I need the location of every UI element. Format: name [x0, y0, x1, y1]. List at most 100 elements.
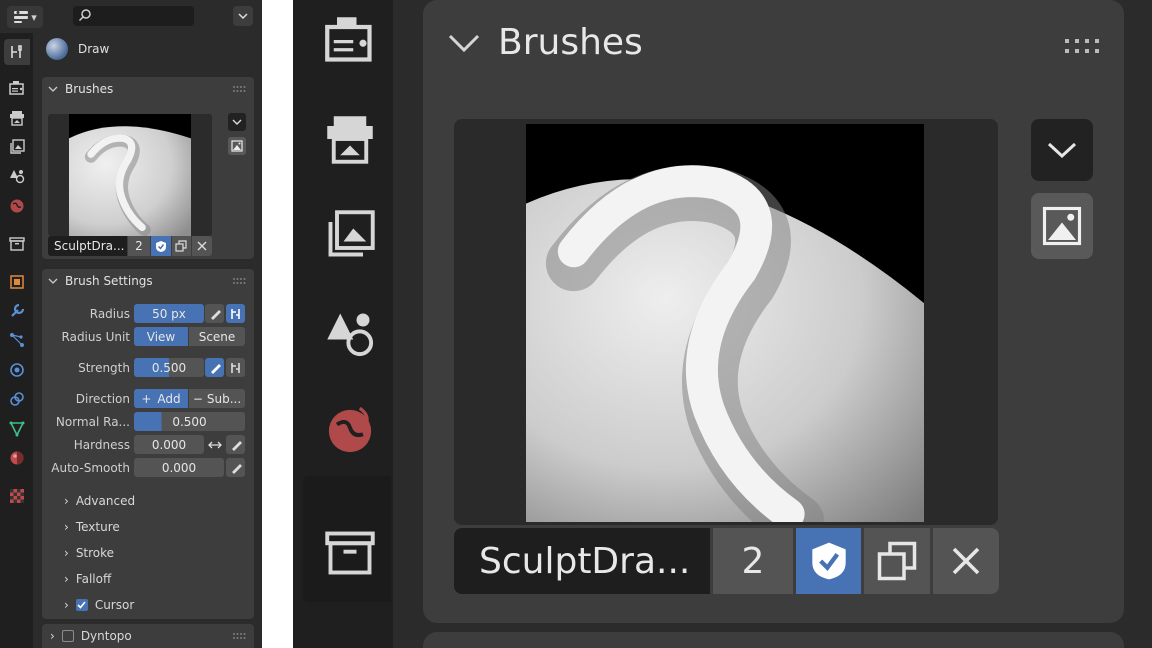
properties-content: Draw Brushes SculptDra... 2 Brush Settin…	[38, 33, 256, 648]
pen-pressure-icon	[231, 440, 242, 451]
tab-view-layer[interactable]	[4, 134, 30, 160]
tab-constraints[interactable]	[4, 386, 30, 412]
user-count-button[interactable]: 2	[713, 528, 793, 594]
custom-icon-button[interactable]	[228, 137, 246, 155]
drag-handle-icon[interactable]	[232, 632, 246, 640]
texture-icon	[10, 489, 24, 503]
subpanel-label: Texture	[75, 520, 120, 534]
tab-world[interactable]	[315, 396, 385, 466]
subpanel-advanced[interactable]: › Advanced	[64, 491, 135, 511]
radius-unit-scene[interactable]: Scene	[189, 327, 245, 346]
tab-physics[interactable]	[4, 357, 30, 383]
subpanel-label: Stroke	[75, 546, 115, 560]
panel-title: Brush Settings	[65, 274, 153, 288]
tab-texture[interactable]	[4, 483, 30, 509]
auto-smooth-field[interactable]: 0.000	[134, 458, 224, 477]
constraints-icon	[10, 392, 24, 406]
fake-user-icon	[155, 240, 166, 252]
editor-type-button[interactable]: ▾	[7, 6, 43, 28]
chevron-down-icon	[448, 34, 480, 52]
strength-field[interactable]: 0.500	[134, 358, 204, 377]
tab-output[interactable]	[315, 104, 385, 174]
view-layer-icon	[328, 210, 375, 257]
direction-add[interactable]: + Add	[134, 389, 188, 408]
unlink-button[interactable]	[933, 528, 999, 594]
subpanel-cursor[interactable]: › Cursor	[64, 595, 134, 615]
pressure-toggle[interactable]	[205, 304, 224, 323]
hardness-invert-toggle[interactable]	[205, 435, 224, 454]
brush-browse-dropdown[interactable]	[1031, 119, 1093, 181]
tab-scene[interactable]	[4, 163, 30, 189]
brush-settings-header[interactable]: Brush Settings	[42, 269, 254, 293]
custom-icon-button[interactable]	[1031, 193, 1093, 259]
tab-particles[interactable]	[4, 327, 30, 353]
image-icon	[1042, 206, 1082, 246]
dyntopo-header[interactable]: › Dyntopo	[50, 624, 132, 648]
chevron-right-icon: ›	[64, 572, 69, 586]
brush-preview[interactable]	[48, 114, 212, 236]
fake-user-toggle[interactable]	[150, 236, 171, 256]
strength-row: Strength 0.500	[42, 358, 254, 378]
tab-view-layer[interactable]	[315, 200, 385, 270]
normal-radius-field[interactable]: 0.500	[134, 412, 245, 431]
subpanel-texture[interactable]: › Texture	[64, 517, 120, 537]
tab-render[interactable]	[4, 75, 30, 101]
options-dropdown[interactable]	[233, 6, 253, 26]
zoomed-brushes-view: Brushes SculptDra... 2	[293, 0, 1152, 648]
checkmark-icon	[77, 601, 86, 609]
object-icon	[10, 275, 24, 289]
tab-collection[interactable]	[4, 231, 30, 257]
tab-output[interactable]	[4, 105, 30, 131]
search-field[interactable]	[73, 6, 194, 26]
unified-radius-toggle[interactable]	[226, 304, 245, 323]
hardness-field[interactable]: 0.000	[134, 435, 204, 454]
duplicate-button[interactable]	[864, 528, 930, 594]
brush-settings-panel: Brush Settings Radius 50 px Radius Unit …	[42, 269, 254, 619]
tab-material[interactable]	[4, 445, 30, 471]
drag-handle-icon[interactable]	[232, 277, 246, 285]
brush-thumbnail	[526, 124, 924, 522]
arrows-horizontal-icon	[207, 441, 222, 448]
tab-tool[interactable]	[4, 39, 30, 65]
drag-handle-icon[interactable]	[232, 85, 246, 93]
editor-type-icon	[14, 11, 29, 23]
brush-name-field[interactable]: SculptDra...	[454, 528, 710, 594]
properties-tabs	[0, 33, 33, 648]
zoomed-properties-tabs	[293, 0, 393, 648]
unified-strength-toggle[interactable]	[226, 358, 245, 377]
brushes-panel-header[interactable]: Brushes	[42, 77, 254, 101]
plus-icon: +	[141, 391, 152, 406]
cursor-checkbox[interactable]	[75, 599, 88, 611]
hardness-label: Hardness	[73, 438, 130, 452]
direction-label: Direction	[75, 392, 130, 406]
tab-world[interactable]	[4, 193, 30, 219]
tab-render[interactable]	[315, 5, 385, 75]
direction-subtract[interactable]: − Sub...	[189, 389, 245, 408]
tab-data[interactable]	[4, 416, 30, 442]
dyntopo-checkbox[interactable]	[61, 630, 74, 642]
radius-field[interactable]: 50 px	[134, 304, 204, 323]
fake-user-icon	[811, 542, 846, 580]
subpanel-stroke[interactable]: › Stroke	[64, 543, 114, 563]
strength-pressure-toggle[interactable]	[205, 358, 224, 377]
drag-handle-icon[interactable]	[1065, 38, 1101, 54]
duplicate-button[interactable]	[171, 236, 192, 256]
unified-icon	[230, 362, 240, 373]
hardness-pressure-toggle[interactable]	[226, 435, 245, 454]
brush-browse-dropdown[interactable]	[228, 113, 246, 131]
tab-object[interactable]	[4, 269, 30, 295]
zoomed-panel-header[interactable]: Brushes	[448, 22, 643, 63]
tab-scene[interactable]	[315, 298, 385, 368]
properties-editor: ▾ Draw Brushes SculptDra... 2 Brush Sett…	[0, 0, 262, 648]
fake-user-toggle[interactable]	[796, 528, 861, 594]
unlink-button[interactable]	[192, 236, 213, 256]
auto-smooth-pressure-toggle[interactable]	[226, 458, 245, 477]
brush-preview[interactable]	[454, 119, 998, 525]
subpanel-falloff[interactable]: › Falloff	[64, 569, 111, 589]
search-input[interactable]	[95, 8, 190, 24]
user-count-button[interactable]: 2	[128, 236, 150, 256]
radius-unit-view[interactable]: View	[134, 327, 188, 346]
tab-collection[interactable]	[315, 518, 385, 588]
brush-name-field[interactable]: SculptDra...	[48, 236, 128, 256]
tab-modifiers[interactable]	[4, 298, 30, 324]
